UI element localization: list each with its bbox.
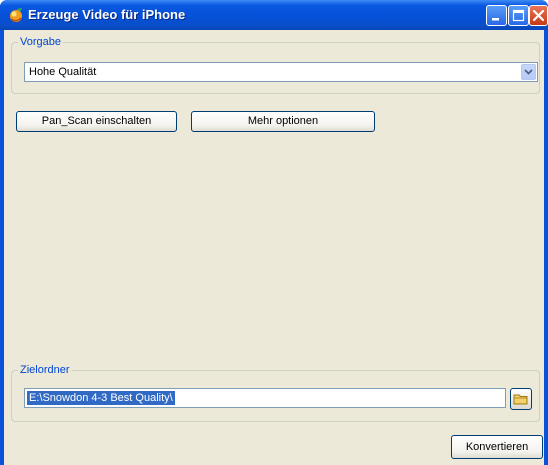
app-icon <box>10 8 22 22</box>
preset-select[interactable]: Hohe Qualität <box>24 62 538 82</box>
maximize-icon <box>512 9 525 22</box>
title-bar[interactable]: Erzeuge Video für iPhone <box>0 0 548 30</box>
pan-scan-button-label: Pan_Scan einschalten <box>41 115 152 127</box>
convert-button[interactable]: Konvertieren <box>451 435 543 459</box>
chevron-down-icon <box>524 69 533 75</box>
pan-scan-button[interactable]: Pan_Scan einschalten <box>16 111 177 132</box>
minimize-button[interactable] <box>486 5 507 26</box>
preset-select-value: Hohe Qualität <box>29 66 97 78</box>
more-options-button-label: Mehr optionen <box>247 115 319 127</box>
convert-button-label: Konvertieren <box>465 441 529 453</box>
output-folder-input[interactable]: E:\Snowdon 4-3 Best Quality\ <box>24 388 506 408</box>
maximize-button[interactable] <box>508 5 529 26</box>
preset-group-label: Vorgabe <box>18 36 63 48</box>
window-title: Erzeuge Video für iPhone <box>28 7 186 22</box>
minimize-icon <box>492 18 499 21</box>
close-icon <box>532 9 545 22</box>
client-area: Vorgabe Hohe Qualität Pan_Scan einschalt… <box>4 30 544 465</box>
browse-folder-button[interactable] <box>510 388 532 410</box>
folder-icon <box>513 394 528 405</box>
window: Erzeuge Video für iPhone Vorgabe Hohe Qu… <box>0 0 548 465</box>
output-group-label: Zielordner <box>18 364 72 376</box>
output-folder-path: E:\Snowdon 4-3 Best Quality\ <box>27 391 175 405</box>
close-button[interactable] <box>529 5 548 26</box>
preset-dropdown-button[interactable] <box>521 64 536 80</box>
more-options-button[interactable]: Mehr optionen <box>191 111 375 132</box>
